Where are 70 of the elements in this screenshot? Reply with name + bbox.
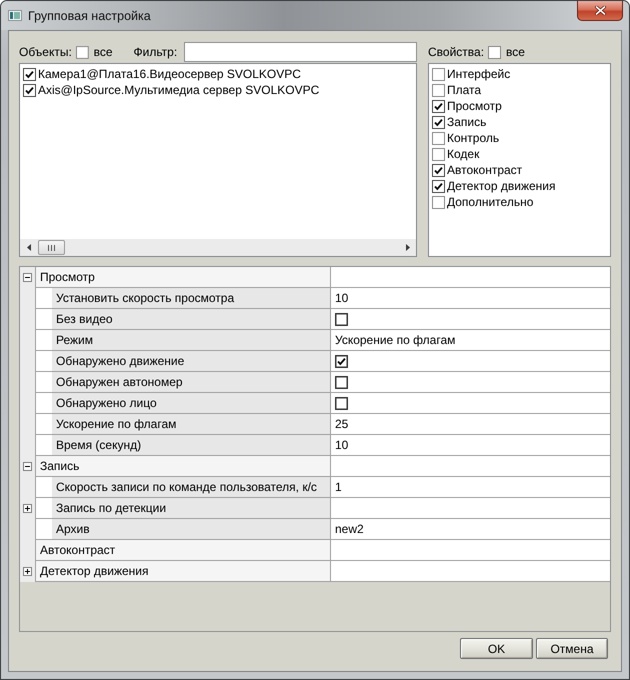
property-label[interactable]: Кодек <box>447 147 480 161</box>
checkbox[interactable] <box>488 46 502 58</box>
scroll-left-icon[interactable] <box>26 244 30 251</box>
object-label[interactable]: Axis@IpSource.Мультимедиа сервер SVOLKOVPC <box>38 83 320 97</box>
property-value[interactable]: Ускорение по флагам <box>331 330 610 350</box>
checkbox[interactable] <box>23 68 36 80</box>
cancel-button[interactable]: Отмена <box>536 638 608 659</box>
grip-icon <box>48 244 55 250</box>
expand-icon[interactable] <box>23 567 32 576</box>
checkbox[interactable] <box>335 312 348 326</box>
horizontal-scrollbar[interactable] <box>20 239 416 256</box>
checkbox[interactable] <box>432 68 445 80</box>
property-label[interactable]: Автоконтраст <box>447 163 522 177</box>
filter-field[interactable] <box>184 42 417 62</box>
checkbox[interactable] <box>76 46 89 58</box>
property-label[interactable]: Интерфейс <box>447 67 510 81</box>
category-name[interactable]: Детектор движения <box>36 561 330 581</box>
object-label[interactable]: Камера1@Плата16.Видеосервер SVOLKOVPC <box>38 67 301 81</box>
checkbox[interactable] <box>335 354 348 368</box>
all-label[interactable]: все <box>94 45 113 59</box>
property-name[interactable]: Запись по детекции <box>52 498 330 518</box>
property-value[interactable]: 1 <box>331 477 610 497</box>
checkbox[interactable] <box>432 164 445 176</box>
checkbox[interactable] <box>335 376 348 388</box>
property-name[interactable]: Установить скорость просмотра <box>52 288 330 308</box>
property-label[interactable]: Запись <box>447 115 486 129</box>
properties-label: Свойства: <box>428 45 484 59</box>
property-value[interactable]: 10 <box>331 435 610 455</box>
category-name[interactable]: Автоконтраст <box>36 540 330 560</box>
property-name[interactable]: Без видео <box>52 309 330 329</box>
app-window-icon <box>8 10 22 21</box>
property-label[interactable]: Плата <box>447 83 482 97</box>
collapse-icon[interactable] <box>23 462 32 471</box>
checkbox[interactable] <box>23 84 36 96</box>
checkbox[interactable] <box>335 396 348 410</box>
property-label[interactable]: Контроль <box>447 131 500 145</box>
property-name[interactable]: Скорость записи по команде пользователя, к/с <box>52 477 330 497</box>
property-label[interactable]: Дополнительно <box>447 195 534 209</box>
checkbox[interactable] <box>432 132 445 144</box>
close-icon <box>594 6 606 15</box>
checkbox[interactable] <box>432 100 445 112</box>
property-name[interactable]: Обнаружен автономер <box>52 372 330 392</box>
property-value[interactable]: new2 <box>331 519 610 539</box>
window-title: Групповая настройка <box>28 8 151 22</box>
property-name[interactable]: Ускорение по флагам <box>52 414 330 434</box>
property-name[interactable]: Архив <box>52 519 330 539</box>
property-label[interactable]: Детектор движения <box>447 179 556 193</box>
property-value[interactable]: 10 <box>331 288 610 308</box>
all-label[interactable]: все <box>506 45 525 59</box>
ok-button[interactable]: OK <box>460 638 533 659</box>
property-name[interactable]: Обнаружено движение <box>52 351 330 371</box>
property-name[interactable]: Режим <box>52 330 330 350</box>
category-name[interactable]: Просмотр <box>36 267 330 287</box>
scroll-right-icon[interactable] <box>406 244 410 251</box>
property-name[interactable]: Время (секунд) <box>52 435 330 455</box>
checkbox[interactable] <box>432 116 445 128</box>
scrollbar-thumb[interactable] <box>38 240 65 255</box>
filter-label: Фильтр: <box>134 45 178 59</box>
property-value[interactable]: 25 <box>331 414 610 434</box>
property-label[interactable]: Просмотр <box>447 99 502 113</box>
expand-icon[interactable] <box>23 504 32 513</box>
checkbox[interactable] <box>432 84 445 96</box>
objects-label: Объекты: <box>19 45 72 59</box>
property-name[interactable]: Обнаружено лицо <box>52 393 330 413</box>
checkbox[interactable] <box>432 148 445 160</box>
collapse-icon[interactable] <box>23 273 32 282</box>
checkbox[interactable] <box>432 196 445 208</box>
category-name[interactable]: Запись <box>36 456 330 476</box>
close-button[interactable] <box>577 1 623 21</box>
checkbox[interactable] <box>432 180 445 192</box>
